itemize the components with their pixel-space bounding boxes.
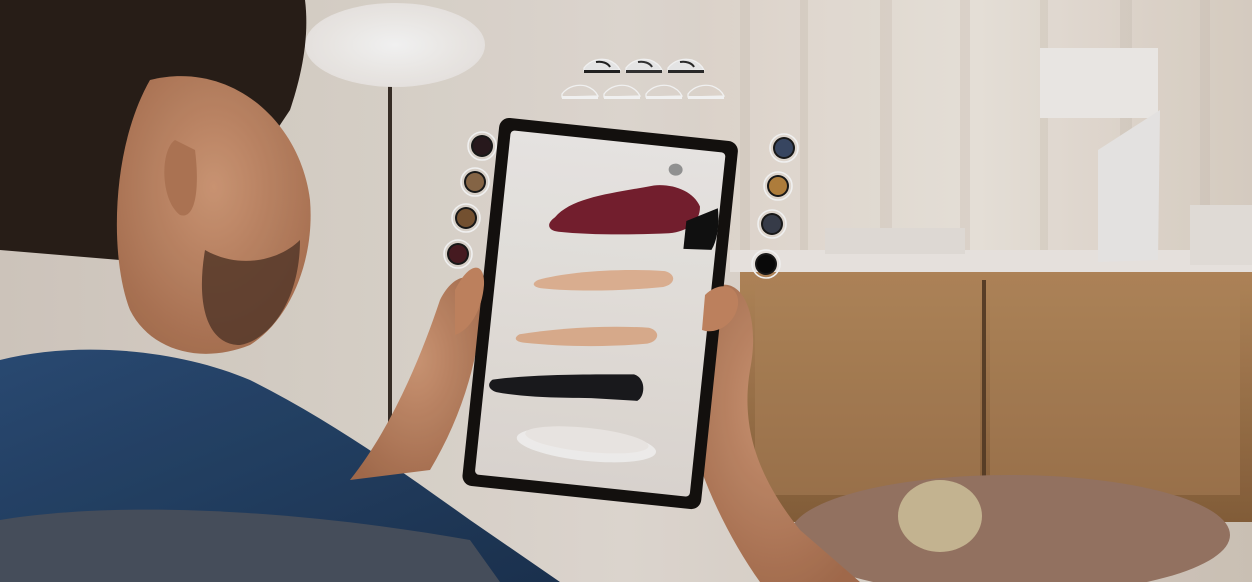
color-swatch-navy[interactable] — [769, 133, 799, 163]
color-swatch-brown[interactable] — [451, 203, 481, 233]
photo-scene — [0, 0, 1252, 582]
floor-lamp-shade — [305, 3, 485, 87]
tablet — [462, 117, 738, 510]
candle-glass — [898, 480, 982, 552]
shoe-style-row-top — [583, 58, 706, 73]
floor-lamp-pole — [388, 60, 392, 440]
color-swatch-cognac[interactable] — [763, 171, 793, 201]
table-lamp-shade — [1040, 48, 1158, 118]
window-curtain — [700, 0, 1252, 270]
shelf-top — [730, 250, 1252, 272]
color-swatch-tan[interactable] — [460, 167, 490, 197]
color-swatch-burgundy[interactable] — [443, 239, 473, 269]
color-swatch-black[interactable] — [751, 249, 781, 279]
color-swatch-slate[interactable] — [757, 209, 787, 239]
color-swatch-dark-brown[interactable] — [467, 131, 497, 161]
